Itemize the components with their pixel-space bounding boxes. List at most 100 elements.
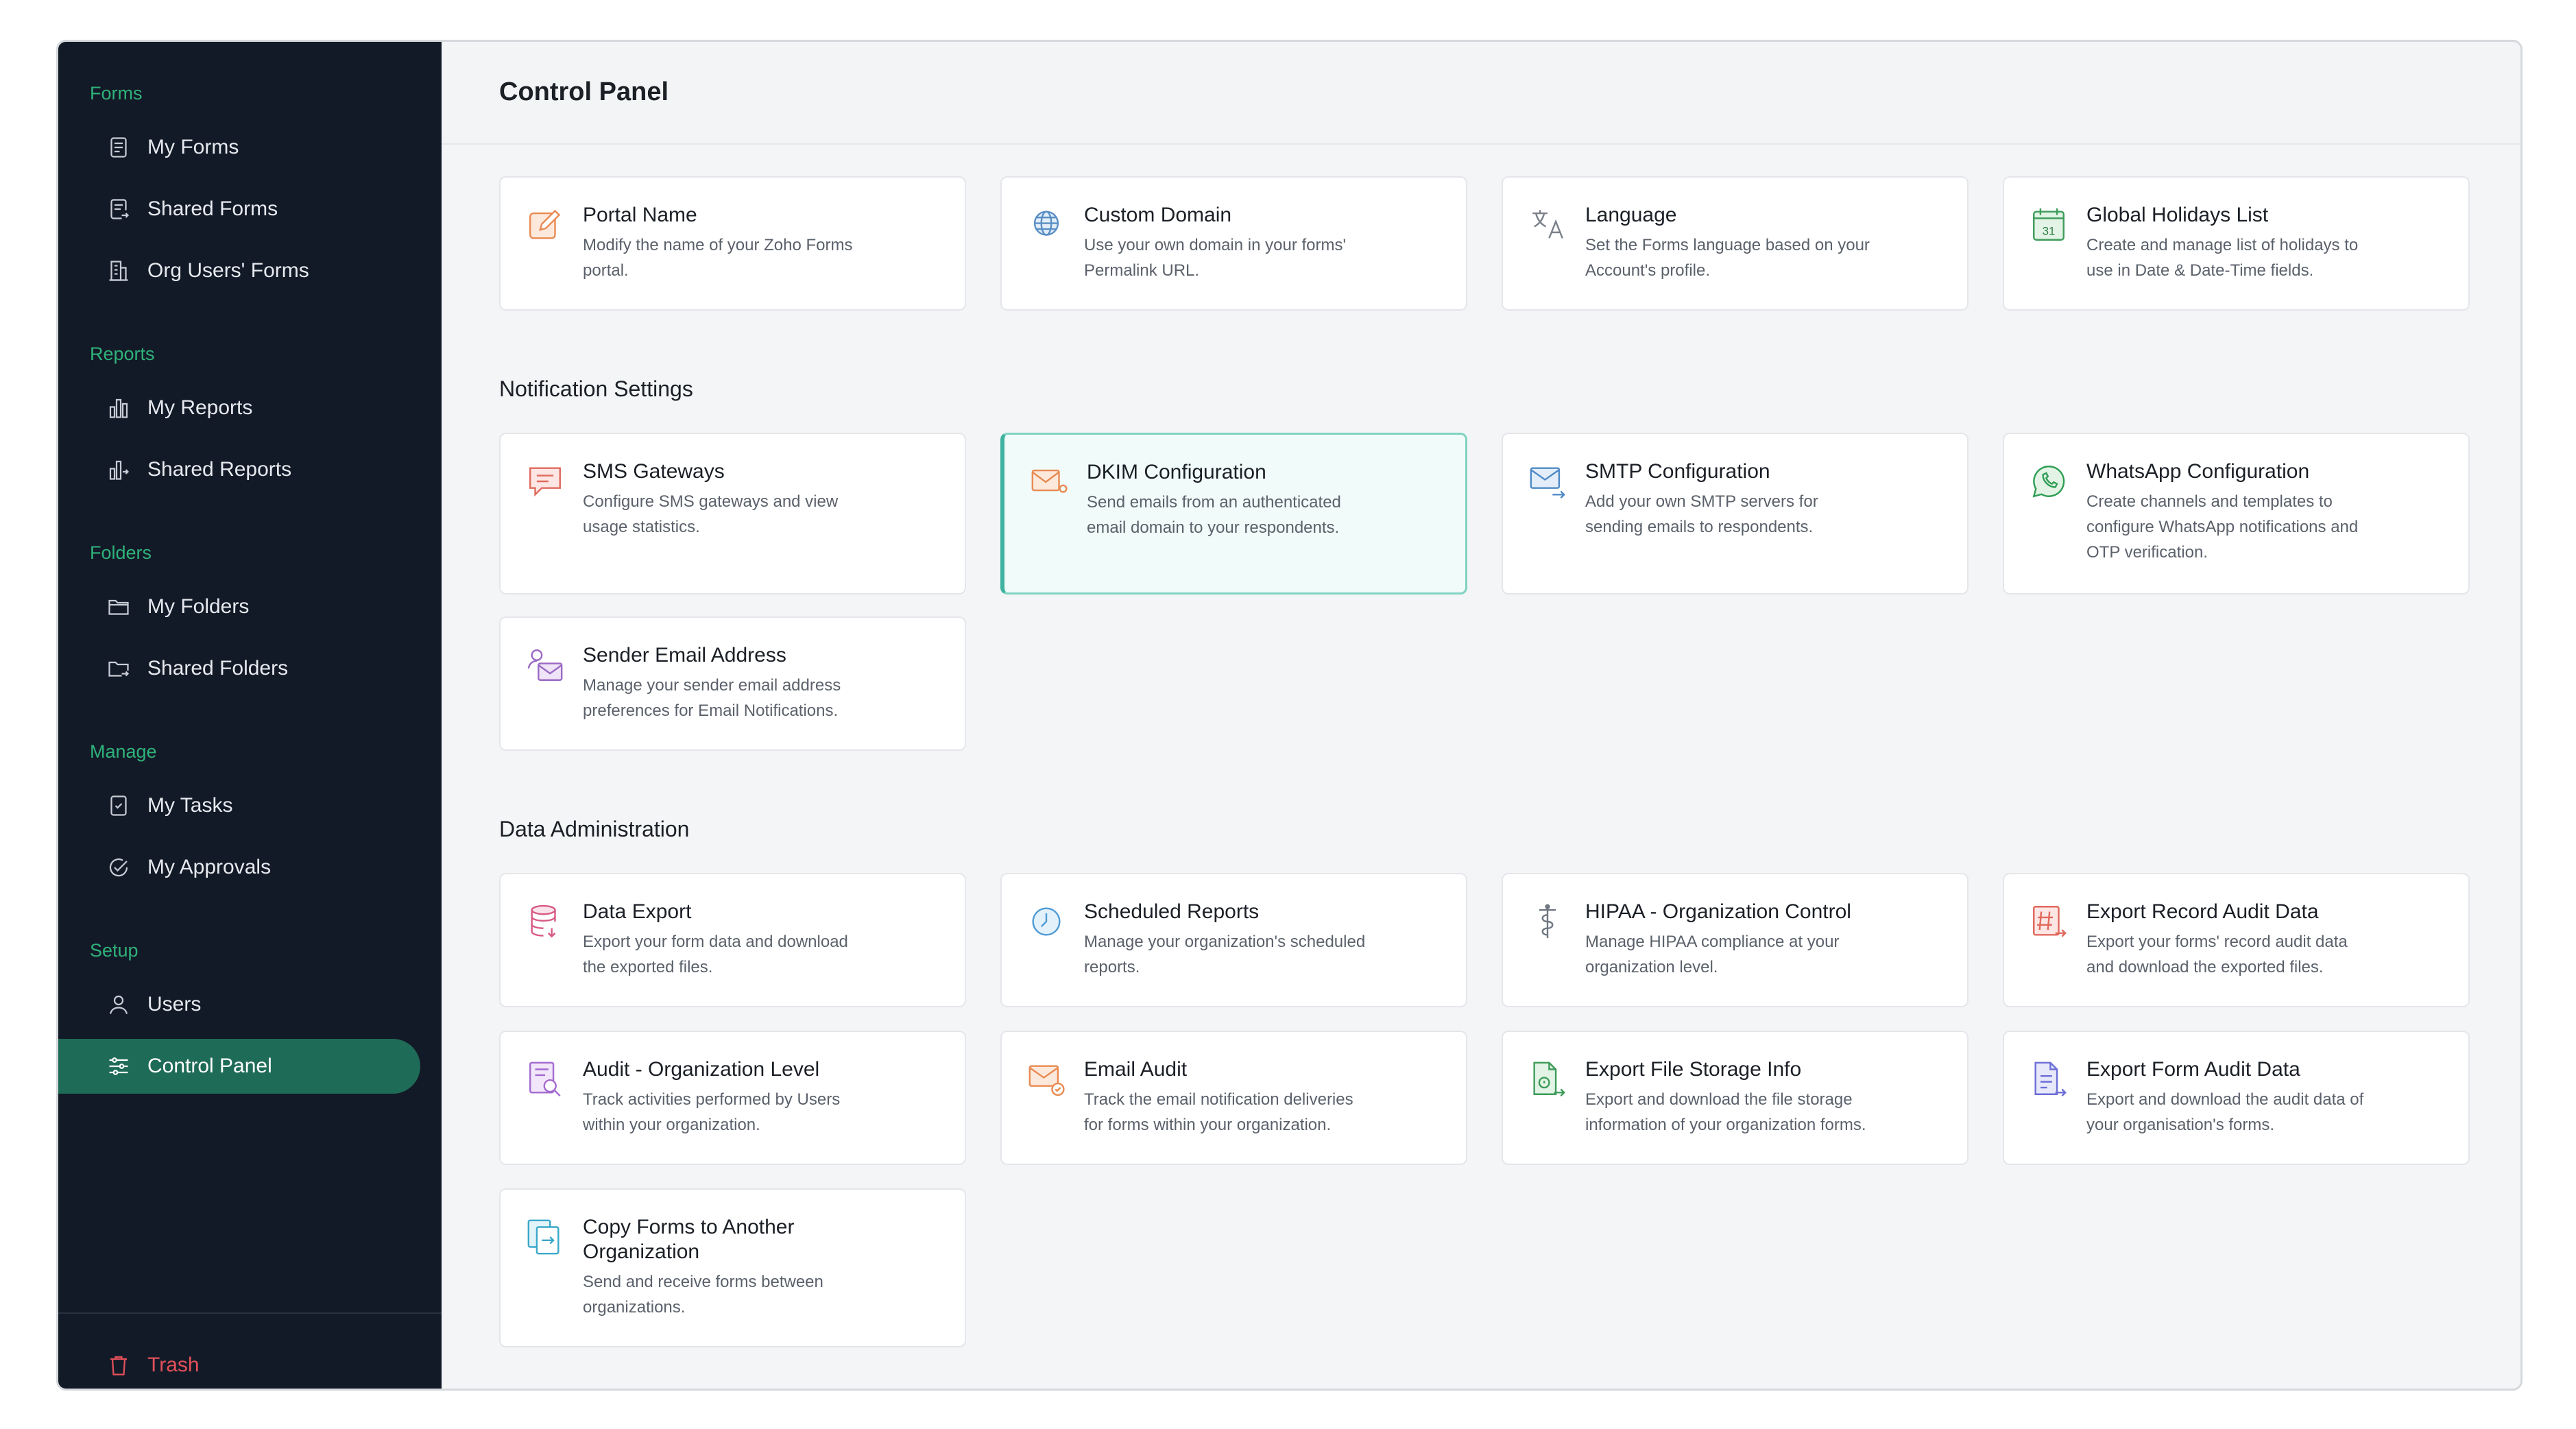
- calendar-icon: 31: [2029, 205, 2069, 245]
- card-description: reports.: [1084, 958, 1140, 976]
- card-description: your organisation's forms.: [2086, 1116, 2275, 1134]
- card-description: sending emails to respondents.: [1585, 518, 1814, 536]
- sidebar-item-org-users-forms[interactable]: Org Users' Forms: [58, 243, 420, 298]
- shared-folder-icon: [105, 655, 132, 682]
- card-audit-organization-level[interactable]: Audit - Organization Level Track activit…: [499, 1031, 966, 1165]
- card-title: HIPAA - Organization Control: [1585, 900, 1851, 923]
- card-copy-forms-to-another-organization[interactable]: Copy Forms to Another Organization Send …: [499, 1188, 966, 1347]
- trash-label: Trash: [147, 1354, 200, 1376]
- bar-chart-icon: [105, 394, 132, 422]
- sidebar-item-label: Shared Reports: [147, 458, 292, 481]
- globe-icon: [1026, 205, 1066, 245]
- card-description: Send emails from an authenticated: [1087, 493, 1341, 512]
- dkim-mail-icon: [1029, 462, 1069, 502]
- sidebar-item-my-folders[interactable]: My Folders: [58, 579, 420, 634]
- clock-icon: [1026, 902, 1066, 941]
- sidebar-item-my-approvals[interactable]: My Approvals: [58, 840, 420, 895]
- main-header: Control Panel: [442, 42, 2520, 145]
- sms-icon: [525, 461, 565, 501]
- card-description: portal.: [583, 261, 629, 280]
- sidebar-item-my-reports[interactable]: My Reports: [58, 381, 420, 435]
- card-description: Export and download the file storage: [1585, 1090, 1853, 1109]
- card-title: Email Audit: [1084, 1058, 1188, 1081]
- copy-forms-icon: [525, 1217, 565, 1257]
- card-dkim-configuration[interactable]: DKIM Configuration Send emails from an a…: [1000, 433, 1467, 595]
- sidebar-item-label: My Folders: [147, 595, 250, 618]
- sidebar-item-shared-forms[interactable]: Shared Forms: [58, 182, 420, 237]
- approval-icon: [105, 854, 132, 881]
- card-description: configure WhatsApp notifications and: [2086, 518, 2359, 536]
- card-whatsapp-configuration[interactable]: WhatsApp Configuration Create channels a…: [2003, 433, 2470, 595]
- card-global-holidays-list[interactable]: 31 Global Holidays List Create and manag…: [2003, 176, 2470, 311]
- card-title: Custom Domain: [1084, 204, 1232, 226]
- card-export-form-audit-data[interactable]: Export Form Audit Data Export and downlo…: [2003, 1031, 2470, 1165]
- group-title-manage: Manage: [90, 741, 157, 762]
- sidebar-item-label: My Approvals: [147, 856, 272, 878]
- card-title: Global Holidays List: [2086, 204, 2269, 226]
- sidebar-item-my-forms[interactable]: My Forms: [58, 120, 420, 175]
- sidebar-item-shared-folders[interactable]: Shared Folders: [58, 641, 420, 696]
- card-custom-domain[interactable]: Custom Domain Use your own domain in you…: [1000, 176, 1467, 311]
- card-description: organizations.: [583, 1298, 686, 1317]
- card-description: Use your own domain in your forms': [1084, 236, 1347, 254]
- sidebar-item-label: My Reports: [147, 396, 253, 419]
- card-description: Add your own SMTP servers for: [1585, 492, 1818, 511]
- task-icon: [105, 792, 132, 819]
- card-description: Permalink URL.: [1084, 261, 1200, 280]
- card-description: for forms within your organization.: [1084, 1116, 1332, 1134]
- card-title: Language: [1585, 204, 1677, 226]
- card-sms-gateways[interactable]: SMS Gateways Configure SMS gateways and …: [499, 433, 966, 595]
- group-title-forms: Forms: [90, 83, 143, 104]
- user-icon: [105, 991, 132, 1018]
- page-title: Control Panel: [499, 77, 669, 106]
- card-title: Data Export: [583, 900, 692, 923]
- card-title: Sender Email Address: [583, 644, 786, 667]
- card-title: Organization: [583, 1240, 700, 1263]
- card-description: Send and receive forms between: [583, 1273, 823, 1291]
- sidebar-item-shared-reports[interactable]: Shared Reports: [58, 442, 420, 497]
- card-description: OTP verification.: [2086, 543, 2208, 562]
- card-portal-name[interactable]: Portal Name Modify the name of your Zoho…: [499, 176, 966, 311]
- card-description: and download the exported files.: [2086, 958, 2324, 976]
- card-language[interactable]: Language Set the Forms language based on…: [1502, 176, 1969, 311]
- sidebar-item-trash[interactable]: Trash: [58, 1338, 420, 1389]
- sidebar-item-label: Control Panel: [147, 1055, 272, 1077]
- card-title: Portal Name: [583, 204, 697, 226]
- card-description: Configure SMS gateways and view: [583, 492, 839, 511]
- sidebar-item-label: My Tasks: [147, 794, 233, 817]
- card-data-export[interactable]: Data Export Export your form data and do…: [499, 873, 966, 1007]
- card-hipaa-organization-control[interactable]: HIPAA - Organization Control Manage HIPA…: [1502, 873, 1969, 1007]
- caduceus-icon: [1528, 902, 1567, 941]
- sidebar-item-control-panel[interactable]: Control Panel: [58, 1039, 420, 1094]
- card-export-record-audit-data[interactable]: Export Record Audit Data Export your for…: [2003, 873, 2470, 1007]
- translate-icon: [1528, 205, 1567, 245]
- card-title: SMS Gateways: [583, 460, 725, 483]
- building-icon: [105, 257, 132, 285]
- svg-text:31: 31: [2043, 225, 2056, 238]
- card-description: Manage your organization's scheduled: [1084, 933, 1366, 951]
- sidebar-item-users[interactable]: Users: [58, 977, 420, 1032]
- card-description: use in Date & Date-Time fields.: [2086, 261, 2314, 280]
- card-description: Set the Forms language based on your: [1585, 236, 1870, 254]
- card-description: Export your form data and download: [583, 933, 848, 951]
- card-description: the exported files.: [583, 958, 713, 976]
- audit-search-icon: [525, 1059, 565, 1099]
- sidebar-item-my-tasks[interactable]: My Tasks: [58, 778, 420, 833]
- trash-icon: [105, 1352, 132, 1379]
- card-title: Export File Storage Info: [1585, 1058, 1802, 1081]
- card-email-audit[interactable]: Email Audit Track the email notification…: [1000, 1031, 1467, 1165]
- card-scheduled-reports[interactable]: Scheduled Reports Manage your organizati…: [1000, 873, 1467, 1007]
- card-export-file-storage-info[interactable]: Export File Storage Info Export and down…: [1502, 1031, 1969, 1165]
- sidebar-divider: [58, 1312, 442, 1314]
- card-description: Manage HIPAA compliance at your: [1585, 933, 1840, 951]
- card-description: information of your organization forms.: [1585, 1116, 1866, 1134]
- sidebar-item-label: Users: [147, 993, 202, 1016]
- card-description: preferences for Email Notifications.: [583, 701, 839, 720]
- card-description: Create channels and templates to: [2086, 492, 2333, 511]
- card-sender-email-address[interactable]: Sender Email Address Manage your sender …: [499, 616, 966, 751]
- card-description: Track the email notification deliveries: [1084, 1090, 1353, 1109]
- shared-chart-icon: [105, 456, 132, 483]
- card-smtp-configuration[interactable]: SMTP Configuration Add your own SMTP ser…: [1502, 433, 1969, 595]
- form-export-icon: [2029, 1059, 2069, 1099]
- card-description: email domain to your respondents.: [1087, 518, 1340, 537]
